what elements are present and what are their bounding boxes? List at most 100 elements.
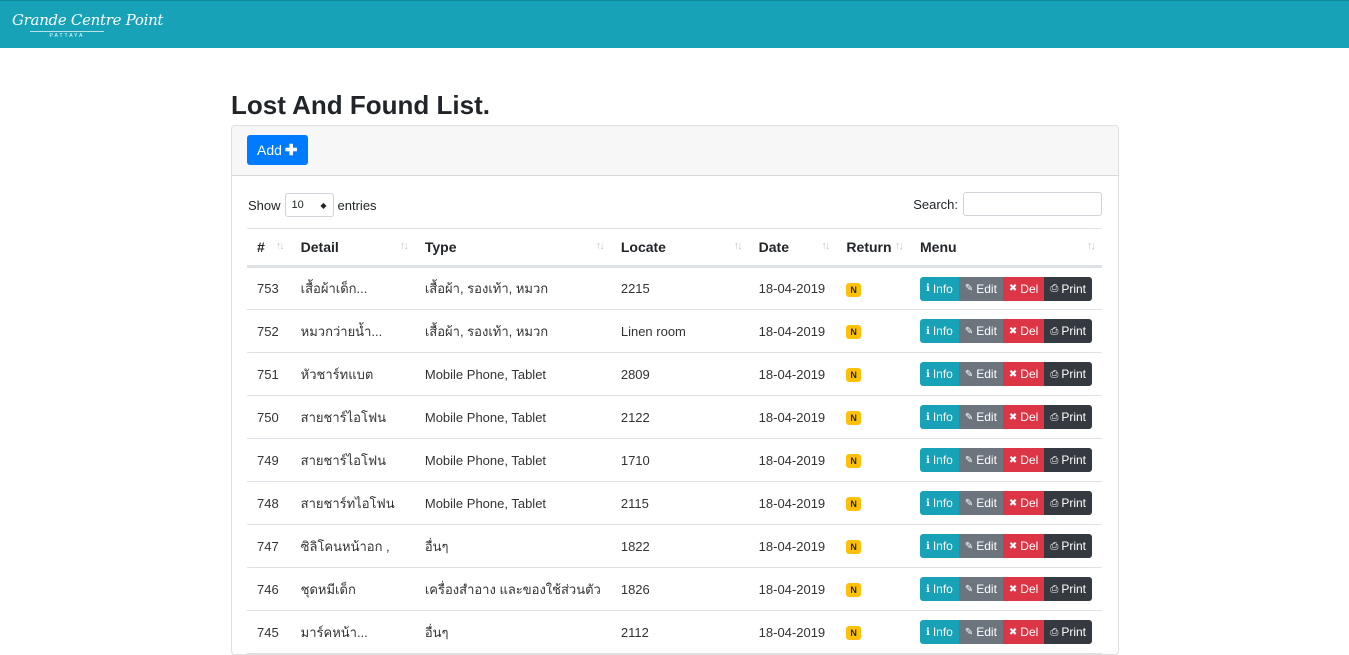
print-button[interactable]: ⎙ Print <box>1044 448 1092 472</box>
column-header-detail[interactable]: Detail ↑↓ <box>290 228 415 268</box>
cell-return: N <box>836 266 910 310</box>
return-status-badge: N <box>846 497 861 511</box>
print-button[interactable]: ⎙ Print <box>1044 620 1092 644</box>
cell-locate: 2215 <box>610 266 749 310</box>
add-button[interactable]: Add ✚ <box>247 135 308 165</box>
info-button[interactable]: ℹ Info <box>920 362 959 386</box>
info-icon: ℹ <box>926 454 930 466</box>
cell-id: 751 <box>247 352 291 396</box>
cell-date: 18-04-2019 <box>748 524 837 568</box>
info-button[interactable]: ℹ Info <box>920 405 959 429</box>
info-icon: ℹ <box>926 497 930 509</box>
entries-select-value: 10 <box>291 199 304 211</box>
cell-locate: Linen room <box>610 309 749 353</box>
delete-button[interactable]: ✖ Del <box>1002 620 1045 644</box>
top-navbar: Grande Centre Point PATTAYA <box>0 0 1349 48</box>
cell-detail: เสื้อผ้าเด็ก... <box>290 266 415 310</box>
column-header-id[interactable]: # ↑↓ <box>247 228 291 268</box>
return-status-badge: N <box>846 282 861 297</box>
edit-button[interactable]: ✎ Edit <box>958 405 1003 429</box>
sort-icon: ↑↓ <box>895 240 904 252</box>
table-row: 753 เสื้อผ้าเด็ก... เสื้อผ้า, รองเท้า, ห… <box>247 266 1102 310</box>
sort-icon: ↑↓ <box>733 240 743 252</box>
search-input[interactable] <box>963 192 1102 216</box>
edit-icon: ✎ <box>964 283 974 294</box>
entries-select[interactable]: 10 ◆ <box>284 193 334 217</box>
cell-date: 18-04-2019 <box>748 567 837 611</box>
cell-date: 18-04-2019 <box>748 610 837 654</box>
info-button[interactable]: ℹ Info <box>920 534 959 558</box>
cell-locate: 2809 <box>610 352 749 396</box>
close-icon: ✖ <box>1008 497 1018 509</box>
edit-button[interactable]: ✎ Edit <box>958 362 1003 386</box>
edit-button[interactable]: ✎ Edit <box>958 577 1003 601</box>
brand-logo[interactable]: Grande Centre Point PATTAYA <box>12 10 163 40</box>
sort-icon: ↑↓ <box>595 240 605 252</box>
cell-type: Mobile Phone, Tablet <box>414 395 611 439</box>
delete-button[interactable]: ✖ Del <box>1002 319 1045 343</box>
print-button[interactable]: ⎙ Print <box>1044 319 1092 343</box>
edit-button[interactable]: ✎ Edit <box>958 491 1003 515</box>
column-header-type[interactable]: Type ↑↓ <box>414 228 611 268</box>
edit-icon: ✎ <box>964 325 974 337</box>
delete-button[interactable]: ✖ Del <box>1002 276 1045 301</box>
delete-button[interactable]: ✖ Del <box>1002 534 1045 558</box>
cell-menu: ℹ Info ✎ Edit ✖ Del ⎙ Print <box>910 438 1102 482</box>
delete-button[interactable]: ✖ Del <box>1002 491 1045 515</box>
print-button[interactable]: ⎙ Print <box>1044 534 1092 558</box>
add-button-label: Add <box>257 142 282 158</box>
edit-icon: ✎ <box>964 583 974 595</box>
close-icon: ✖ <box>1008 411 1018 423</box>
delete-button[interactable]: ✖ Del <box>1002 448 1045 472</box>
printer-icon: ⎙ <box>1050 540 1059 552</box>
column-header-return[interactable]: Return ↑↓ <box>836 228 910 268</box>
cell-date: 18-04-2019 <box>748 438 837 482</box>
info-button[interactable]: ℹ Info <box>920 319 959 343</box>
cell-detail: มาร์คหน้า... <box>290 610 415 654</box>
return-status-badge: N <box>846 368 861 382</box>
cell-id: 749 <box>247 438 291 482</box>
column-header-locate[interactable]: Locate ↑↓ <box>610 228 749 268</box>
cell-menu: ℹ Info ✎ Edit ✖ Del ⎙ Print <box>910 266 1102 310</box>
printer-icon: ⎙ <box>1050 583 1059 595</box>
info-button[interactable]: ℹ Info <box>920 448 959 472</box>
cell-date: 18-04-2019 <box>748 309 837 353</box>
info-icon: ℹ <box>926 583 930 595</box>
search-label: Search: <box>913 196 958 212</box>
printer-icon: ⎙ <box>1050 626 1059 638</box>
print-button[interactable]: ⎙ Print <box>1044 276 1092 301</box>
delete-button[interactable]: ✖ Del <box>1002 405 1045 429</box>
cell-menu: ℹ Info ✎ Edit ✖ Del ⎙ Print <box>910 481 1102 525</box>
delete-button[interactable]: ✖ Del <box>1002 362 1045 386</box>
cell-locate: 2115 <box>610 481 749 525</box>
row-action-group: ℹ Info ✎ Edit ✖ Del ⎙ Print <box>920 405 1092 429</box>
delete-button[interactable]: ✖ Del <box>1002 577 1045 601</box>
select-caret-icon: ◆ <box>320 200 327 210</box>
return-status-badge: N <box>846 540 861 554</box>
info-button[interactable]: ℹ Info <box>920 577 959 601</box>
cell-id: 753 <box>247 266 291 310</box>
cell-locate: 1826 <box>610 567 749 611</box>
edit-button[interactable]: ✎ Edit <box>958 319 1003 343</box>
cell-id: 746 <box>247 567 291 611</box>
cell-type: อื่นๆ <box>414 610 611 654</box>
row-action-group: ℹ Info ✎ Edit ✖ Del ⎙ Print <box>920 577 1092 601</box>
edit-button[interactable]: ✎ Edit <box>958 620 1003 644</box>
cell-detail: สายชาร์ไอโฟน <box>290 438 415 482</box>
edit-button[interactable]: ✎ Edit <box>958 276 1003 301</box>
cell-locate: 1710 <box>610 438 749 482</box>
print-button[interactable]: ⎙ Print <box>1044 491 1092 515</box>
info-icon: ℹ <box>926 283 930 294</box>
column-header-date[interactable]: Date ↑↓ <box>748 228 837 268</box>
logo-main-text: Grande Centre Point <box>12 11 164 29</box>
cell-locate: 2112 <box>610 610 749 654</box>
edit-button[interactable]: ✎ Edit <box>958 448 1003 472</box>
info-button[interactable]: ℹ Info <box>920 491 959 515</box>
edit-button[interactable]: ✎ Edit <box>958 534 1003 558</box>
print-button[interactable]: ⎙ Print <box>1044 405 1092 429</box>
print-button[interactable]: ⎙ Print <box>1044 362 1092 386</box>
column-header-menu[interactable]: Menu ↑↓ <box>910 228 1102 268</box>
info-button[interactable]: ℹ Info <box>920 620 959 644</box>
info-button[interactable]: ℹ Info <box>920 276 959 301</box>
print-button[interactable]: ⎙ Print <box>1044 577 1092 601</box>
